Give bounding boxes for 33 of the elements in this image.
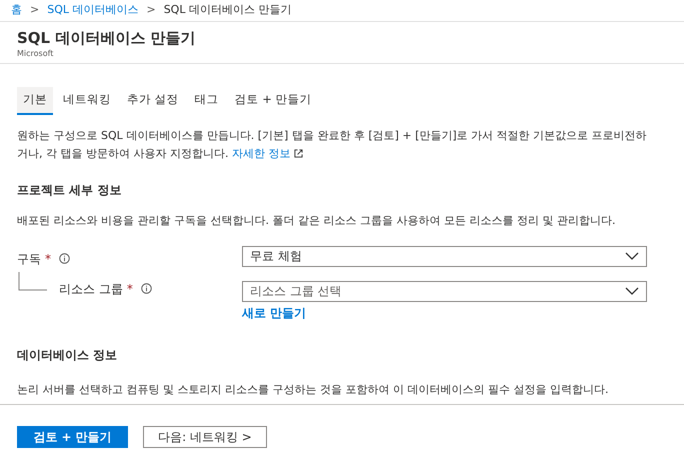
next-button[interactable]: 다음: 네트워킹 > [143, 426, 267, 448]
section-description: 배포된 리소스와 비용을 관리할 구독을 선택합니다. 폴더 같은 리소스 그룹을 사용하여 모든 리소스를 정리 및 관리합니다. [16, 213, 616, 229]
required-asterisk: * [45, 250, 51, 268]
page-subtitle: Microsoft [17, 48, 54, 59]
required-asterisk: * [126, 280, 133, 298]
learn-more-link[interactable]: 자세한 정보 [232, 147, 290, 160]
tab[interactable]: 기본 [17, 87, 53, 115]
section-heading: 데이터베이스 정보 [16, 346, 118, 364]
info-icon[interactable] [140, 283, 152, 294]
tab[interactable]: 태그 [188, 87, 225, 115]
create-new-link[interactable]: 새로 만들기 [242, 304, 306, 322]
resource-group-dropdown[interactable]: 리소스 그룹 선택 [242, 280, 647, 302]
chevron-down-icon [625, 252, 639, 260]
section-heading: 프로젝트 세부 정보 [16, 182, 122, 199]
info-icon[interactable] [59, 253, 70, 264]
review-create-button[interactable]: 검토 + 만들기 [17, 426, 128, 448]
tab[interactable]: 검토 + 만들기 [228, 87, 318, 115]
breadcrumb-separator: > [30, 2, 40, 18]
subscription-dropdown[interactable]: 무료 체험 [242, 246, 647, 266]
field-label: 리소스 그룹 [59, 280, 123, 298]
page-title: SQL 데이터베이스 만들기 [17, 28, 197, 48]
intro-paragraph: 원하는 구성으로 SQL 데이터베이스를 만듭니다. [기본] 탭을 완료한 후 [검토] + [만들기]로 가서 적절한 기본값으로 프로비전하거나, 각 탭을 방문하여 사용자 지정합니다. 자세한 정보 [17, 128, 648, 162]
breadcrumb-current: SQL 데이터베이스 만들기 [164, 2, 292, 18]
chevron-down-icon [625, 287, 639, 295]
field-label: 구독 [17, 250, 41, 268]
external-link-icon [294, 149, 304, 158]
tab[interactable]: 네트워킹 [57, 87, 117, 115]
tab[interactable]: 추가 설정 [121, 87, 185, 115]
breadcrumb-link[interactable]: SQL 데이터베이스 [47, 2, 138, 19]
breadcrumb-separator: > [146, 2, 156, 18]
tree-connector-line [17, 272, 47, 292]
section-description: 논리 서버를 선택하고 컴퓨팅 및 스토리지 리소스를 구성하는 것을 포함하여 이 데이터베이스의 필수 설정을 입력합니다. [0, 382, 684, 405]
breadcrumb-link[interactable]: 홈 [11, 2, 22, 19]
